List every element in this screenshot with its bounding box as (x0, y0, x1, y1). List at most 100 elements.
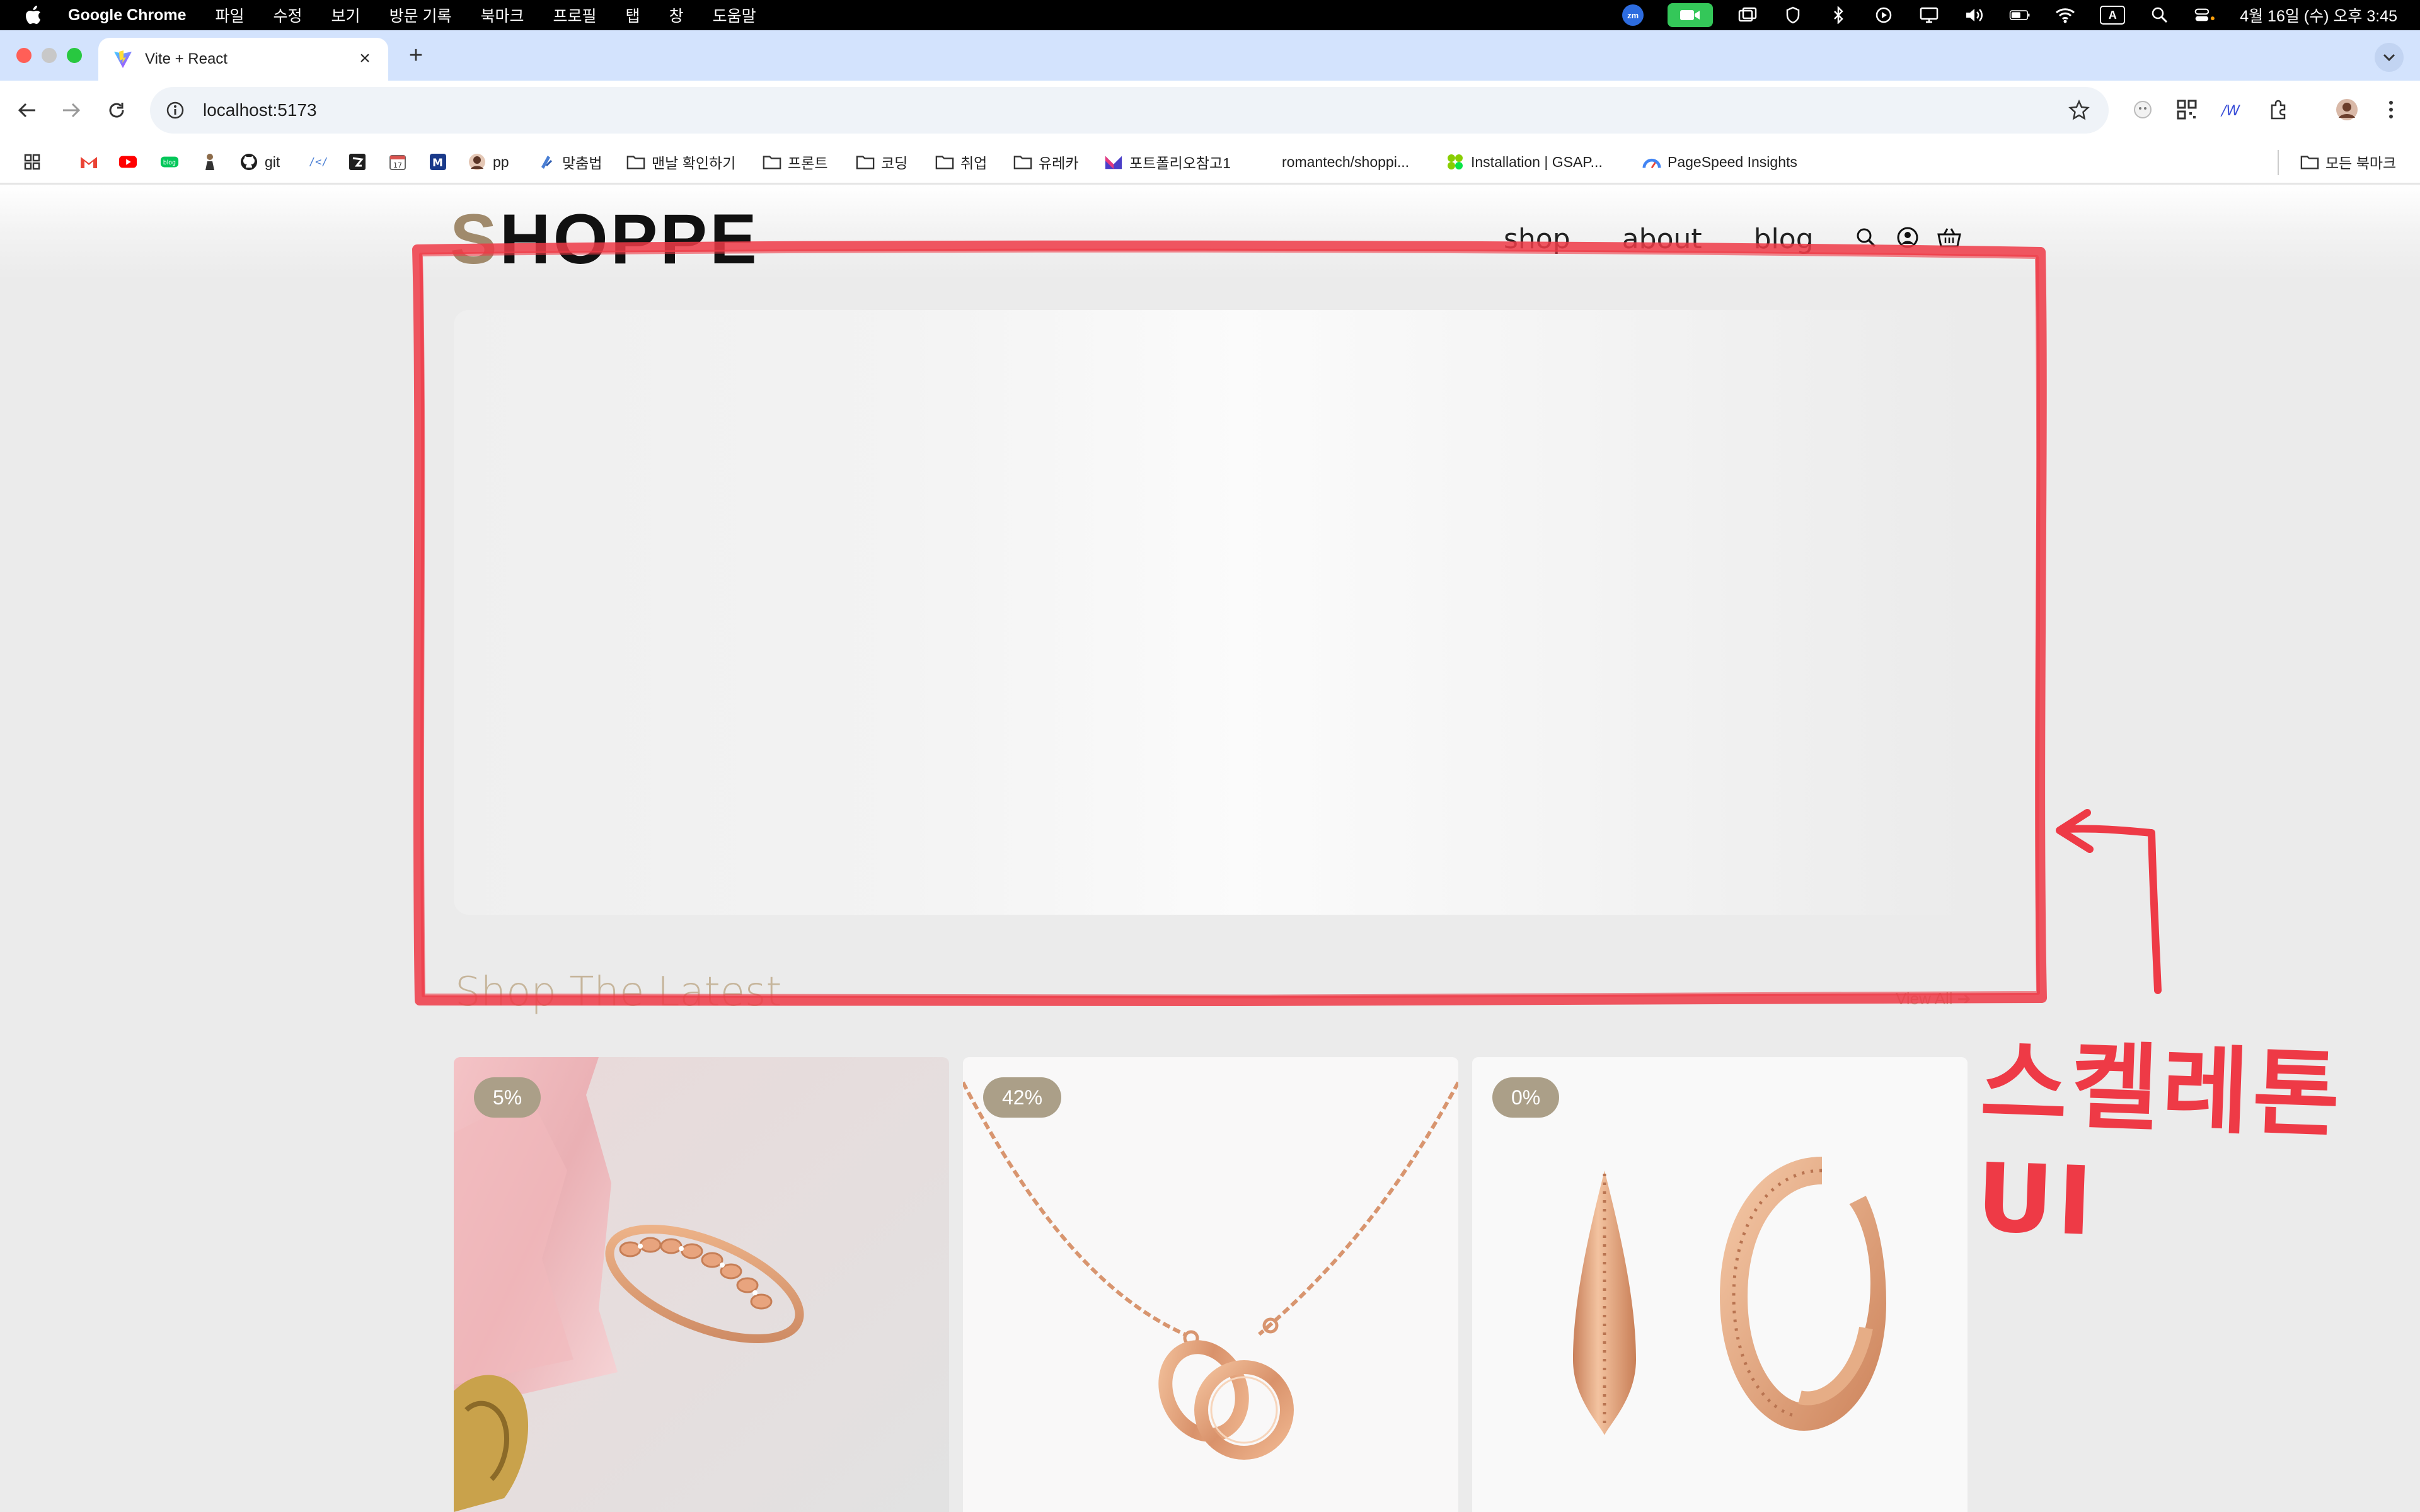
menu-tab[interactable]: 탭 (626, 4, 640, 26)
menu-view[interactable]: 보기 (331, 4, 360, 26)
camera-in-use-icon[interactable] (1668, 3, 1714, 27)
annotation-label: 스켈레톤 UI (1974, 1028, 2346, 1257)
bookmark-code[interactable]: /</> (309, 151, 328, 173)
back-arrow-icon[interactable] (13, 96, 42, 125)
volume-icon[interactable] (1964, 6, 1985, 25)
bookmark-folder-daily[interactable]: 맨날 확인하기 (626, 151, 735, 173)
bookmark-m[interactable]: M (429, 151, 447, 173)
site-logo[interactable]: SHOPPE (450, 204, 759, 275)
product-card[interactable]: 0% (1472, 1057, 1968, 1512)
discount-badge: 5% (474, 1077, 541, 1118)
display-icon[interactable] (1918, 6, 1940, 25)
nav-link-about[interactable]: about (1622, 223, 1702, 255)
bookmark-youtube[interactable] (118, 151, 137, 173)
product-card[interactable]: 42% (963, 1057, 1458, 1512)
bookmark-gmail[interactable] (79, 151, 98, 173)
site-info-icon[interactable] (165, 100, 185, 120)
forward-arrow-icon[interactable] (57, 96, 86, 125)
browser-tab-active[interactable]: Vite + React × (98, 38, 388, 81)
extension-ghost-icon[interactable] (2128, 94, 2158, 125)
bookmark-apps[interactable] (23, 151, 42, 173)
bookmark-velog[interactable] (348, 151, 367, 173)
menu-history[interactable]: 방문 기록 (389, 4, 452, 26)
zoom-status-icon[interactable]: zm (1622, 4, 1644, 26)
window-minimize-button[interactable] (42, 48, 57, 63)
bookmark-gsap[interactable]: Installation | GSAP... (1446, 151, 1603, 173)
bookmark-romantech[interactable]: romantech/shoppi... (1282, 151, 1409, 173)
battery-icon[interactable] (2009, 6, 2031, 25)
menu-edit[interactable]: 수정 (274, 4, 302, 26)
input-source-icon[interactable]: A (2100, 6, 2126, 25)
bookmark-folder-front[interactable]: 프론트 (763, 151, 827, 173)
bookmark-git[interactable]: git (239, 151, 280, 173)
cart-basket-icon[interactable] (1936, 224, 1962, 251)
web-page: SHOPPE shop about blog Shop The Latest V… (0, 185, 2420, 1512)
bookmark-star-icon[interactable] (2068, 100, 2090, 121)
svg-text:17: 17 (393, 161, 402, 169)
menu-help[interactable]: 도움말 (713, 4, 756, 26)
bookmarks-separator (2278, 150, 2279, 175)
extension-qr-icon[interactable] (2172, 94, 2202, 125)
product-image-necklace (963, 1057, 1458, 1512)
chrome-menu-kebab-icon[interactable] (2376, 94, 2406, 125)
url-text[interactable]: localhost:5173 (203, 100, 317, 120)
window-close-button[interactable] (16, 48, 32, 63)
bookmark-folder-eureka[interactable]: 유레카 (1013, 151, 1078, 173)
address-bar[interactable]: localhost:5173 (150, 87, 2109, 134)
bookmark-pagespeed[interactable]: PageSpeed Insights (1642, 151, 1797, 173)
nav-link-blog[interactable]: blog (1754, 223, 1814, 255)
bookmark-blog[interactable]: blog (160, 151, 179, 173)
app-name-menu[interactable]: Google Chrome (68, 6, 187, 25)
tab-close-icon[interactable]: × (354, 48, 376, 69)
product-image-ring (454, 1057, 949, 1512)
gmail-icon (79, 152, 98, 171)
window-zoom-button[interactable] (67, 48, 82, 63)
bookmark-pp[interactable]: pp (468, 151, 509, 173)
spotlight-search-icon[interactable] (2149, 6, 2170, 25)
account-icon[interactable] (1894, 224, 1921, 251)
menu-bookmarks[interactable]: 북마크 (481, 4, 524, 26)
profile-avatar-icon[interactable] (2332, 94, 2362, 125)
reload-icon[interactable] (102, 96, 131, 125)
bookmark-all-bookmarks[interactable]: 모든 북마크 (2300, 151, 2396, 173)
bluetooth-icon[interactable] (1828, 6, 1849, 25)
screen-mirror-icon[interactable] (1737, 6, 1758, 25)
apple-menu-icon[interactable] (24, 5, 43, 25)
menu-window[interactable]: 창 (669, 4, 684, 26)
bookmark-portfolio[interactable]: 포트폴리오참고1 (1104, 151, 1231, 173)
menu-profile[interactable]: 프로필 (553, 4, 597, 26)
bookmark-label: 취업 (960, 155, 988, 171)
bookmark-folder-coding[interactable]: 코딩 (856, 151, 908, 173)
control-center-icon[interactable] (2194, 6, 2216, 25)
extensions-puzzle-icon[interactable] (2264, 94, 2294, 125)
folder-icon (626, 152, 645, 171)
youtube-icon (118, 152, 137, 171)
menu-file[interactable]: 파일 (216, 4, 245, 26)
folder-icon (856, 152, 875, 171)
play-circle-icon[interactable] (1873, 6, 1894, 25)
folder-icon (935, 152, 954, 171)
view-all-link[interactable]: View All ➔ (1896, 989, 1971, 1009)
search-icon[interactable] (1853, 224, 1879, 251)
shield-app-icon[interactable] (1782, 6, 1804, 25)
nav-link-shop[interactable]: shop (1504, 223, 1570, 255)
product-card[interactable]: 5% (454, 1057, 949, 1512)
hero-skeleton-placeholder (454, 310, 1966, 915)
tab-search-chevron-icon[interactable] (2375, 43, 2404, 72)
bookmark-label: 코딩 (881, 155, 908, 171)
bookmark-spell[interactable]: 맞춤법 (537, 151, 602, 173)
bookmark-folder-job[interactable]: 취업 (935, 151, 987, 173)
bookmark-label: Installation | GSAP... (1471, 153, 1603, 170)
bookmark-figure[interactable] (200, 151, 219, 173)
calendar-icon: 17 (388, 152, 407, 171)
discount-badge: 42% (983, 1077, 1062, 1118)
new-tab-button[interactable]: + (403, 42, 429, 69)
menubar-clock[interactable]: 4월 16일 (수) 오후 3:45 (2240, 4, 2397, 26)
bookmark-calendar[interactable]: 17 (388, 151, 407, 173)
wifi-icon[interactable] (2054, 6, 2076, 25)
extension-react-devtools-icon[interactable]: /W (2217, 94, 2247, 125)
m-icon: M (429, 152, 447, 171)
blog-icon: blog (160, 152, 179, 171)
bookmark-label: 프론트 (788, 155, 828, 171)
browser-tab-strip: Vite + React × + (0, 30, 2420, 81)
